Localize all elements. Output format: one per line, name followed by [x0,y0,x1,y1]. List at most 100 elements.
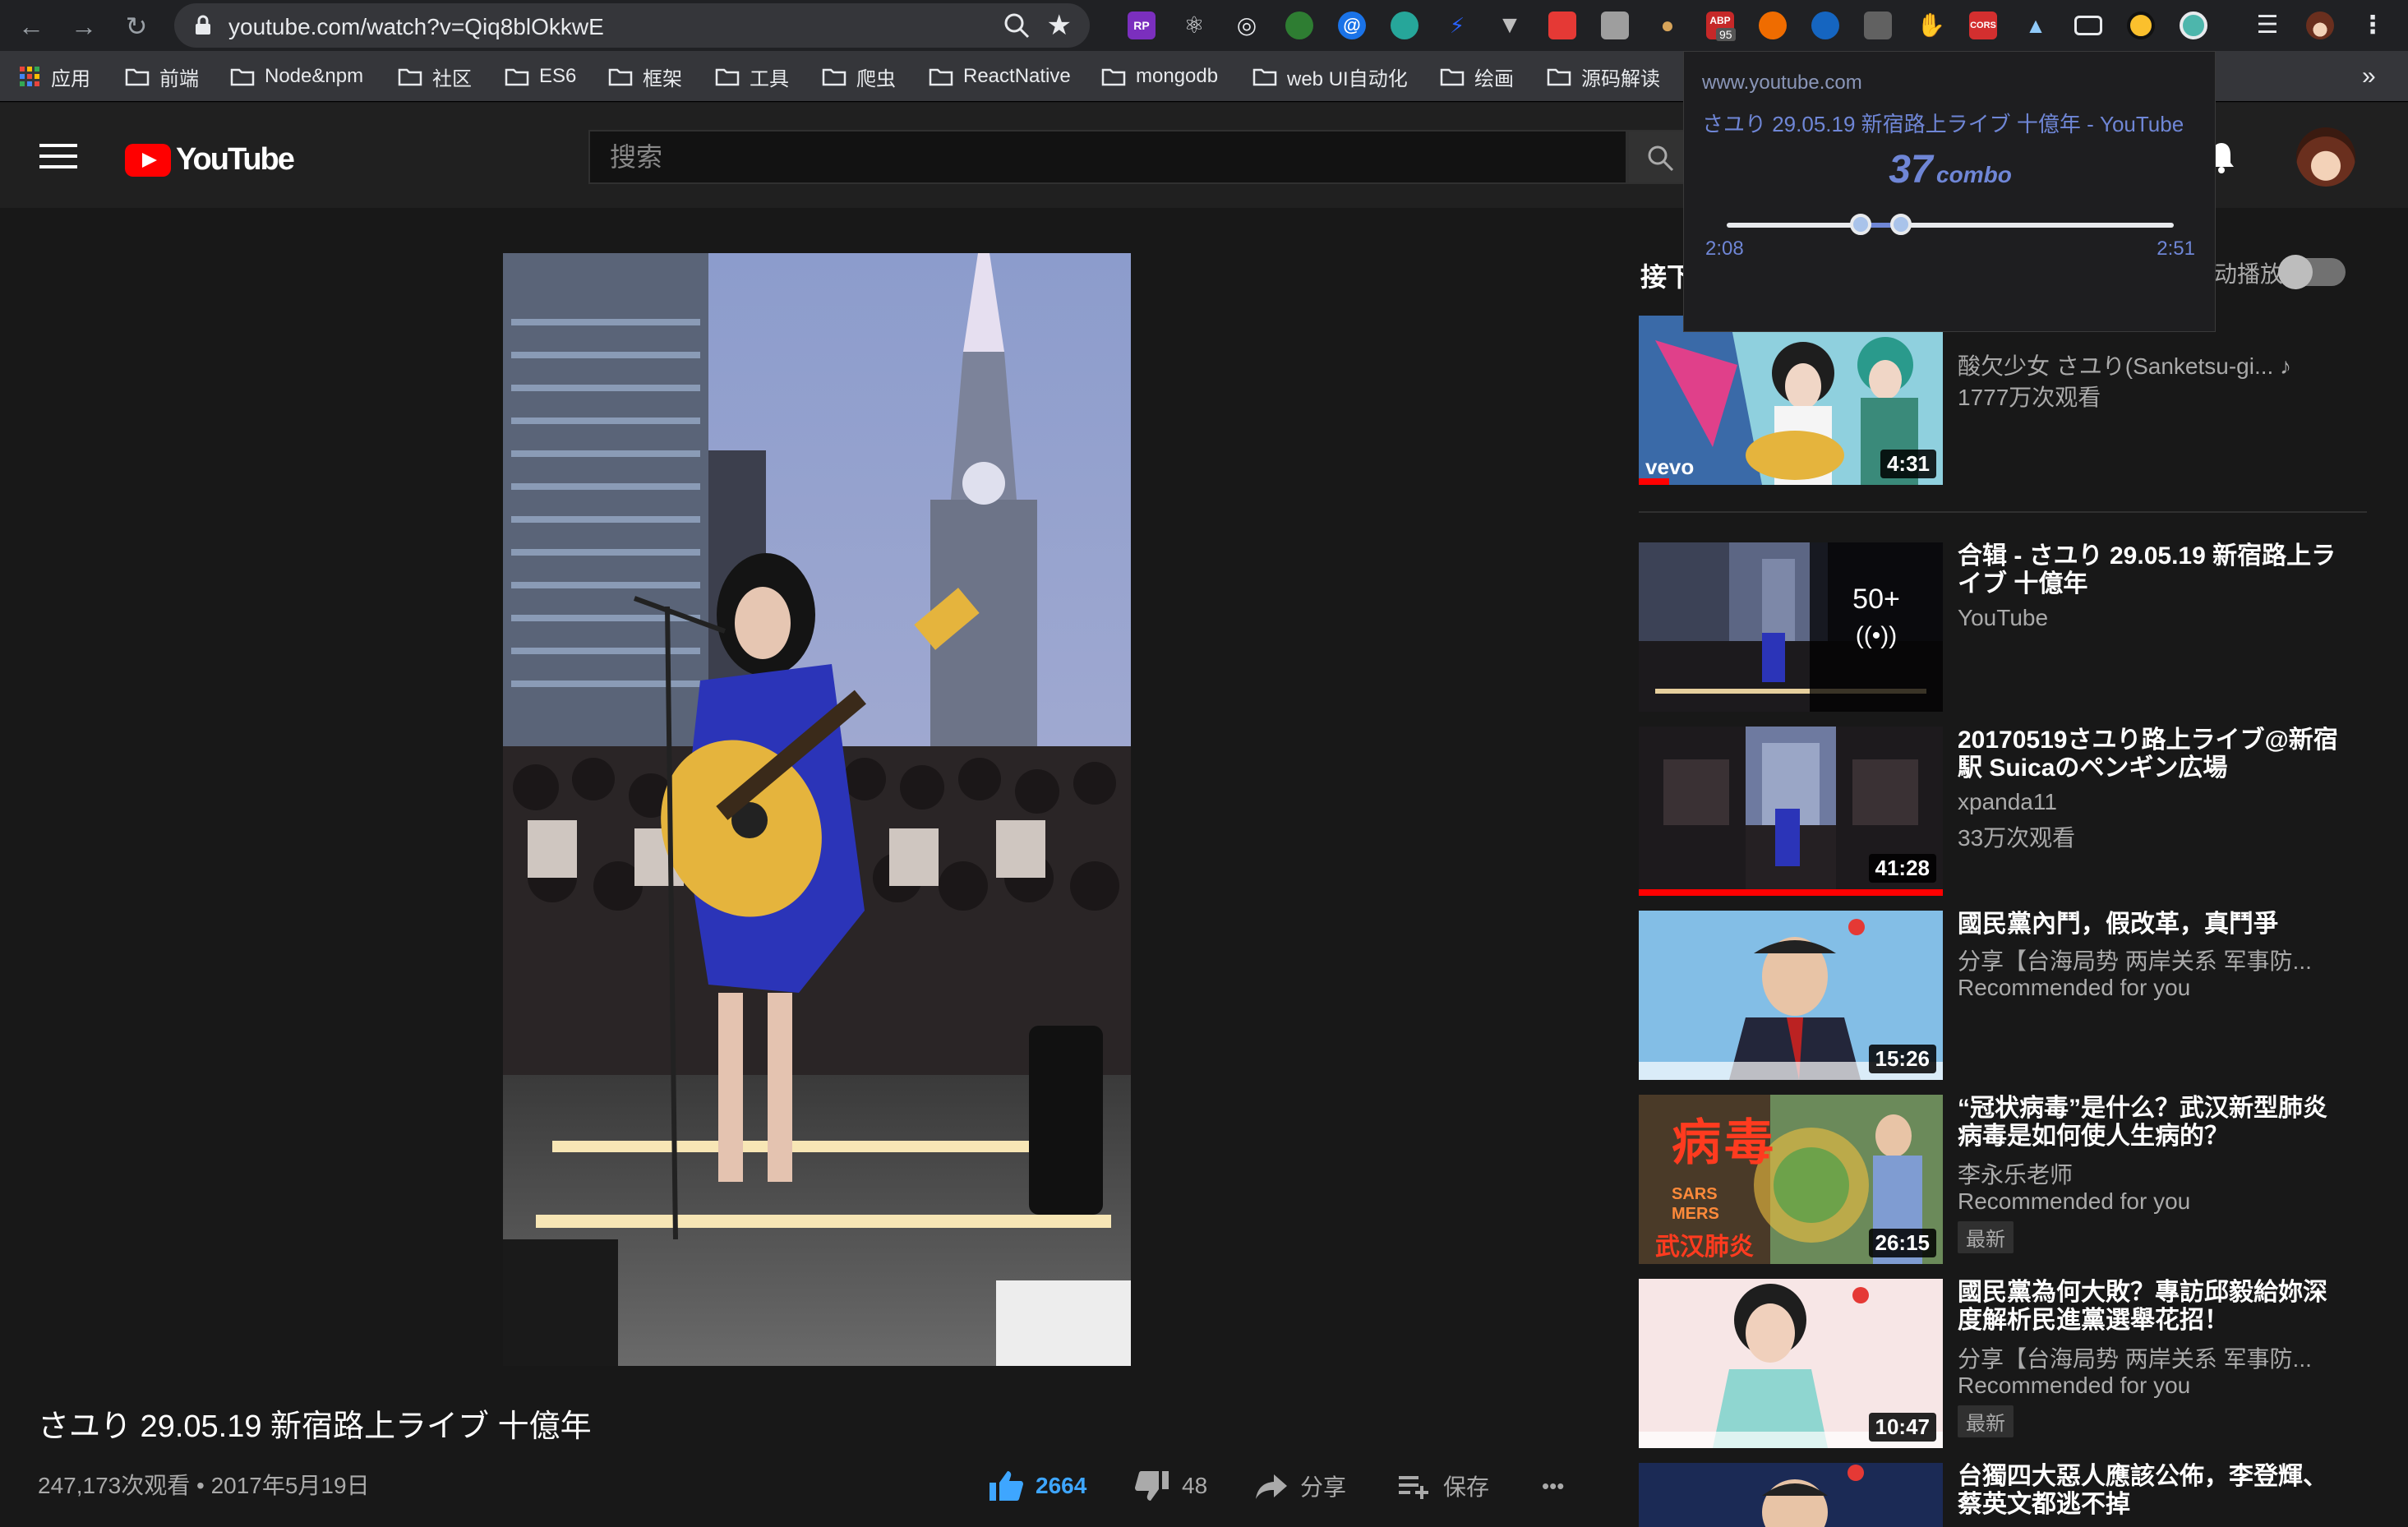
video-thumbnail[interactable]: 病毒 SARS MERS 武汉肺炎 26:15 [1639,1095,1943,1264]
vimium-extension-icon[interactable]: ▼ [1496,12,1524,39]
recommended-video[interactable]: 41:28 20170519さユり路上ライブ@新宿駅 Suicaのペンギン広場 … [1639,727,2370,896]
teal-extension-icon[interactable] [1391,12,1419,39]
bookmark-folder[interactable]: 工具 [715,62,789,90]
hamburger-menu-icon[interactable] [39,144,77,168]
save-button[interactable]: 保存 [1397,1468,1489,1504]
recommended-video[interactable]: 15:26 國民黨內鬥，假改革，真鬥爭 分享【台海局势 两岸关系 军事防... … [1639,911,2370,1080]
range-end-time: 2:51 [2157,238,2195,260]
range-end-handle[interactable] [1890,214,1912,235]
hand-extension-icon[interactable]: ✋ [1917,12,1945,39]
combo-extension-icon[interactable] [2180,12,2207,39]
video-thumbnail[interactable] [1639,1463,1943,1527]
new-badge: 最新 [1958,1405,2014,1437]
range-start-handle[interactable] [1850,214,1872,235]
address-bar[interactable]: youtube.com/watch?v=Qiq8blOkkwE ★ [174,3,1090,48]
account-avatar[interactable] [2296,127,2355,187]
bookmarks-overflow-button[interactable]: » [2362,62,2376,90]
bookmark-folder[interactable]: 框架 [608,62,682,90]
folder-icon [1547,68,1571,86]
bookmark-folder[interactable]: 社区 [398,62,472,90]
bookmark-folder[interactable]: 前端 [125,62,199,90]
video-title[interactable]: 台獨四大惡人應該公佈，李登輝、蔡英文都逃不掉 [1958,1463,2344,1519]
search-icon [1648,145,1674,172]
search-input[interactable] [590,131,1626,182]
react-devtools-icon[interactable]: ⚛ [1180,12,1208,39]
video-thumbnail[interactable]: vevo 4:31 [1639,316,1943,485]
cors-extension-icon[interactable]: CORS [1969,12,1997,39]
like-button[interactable]: 2664 [988,1468,1086,1504]
cookie-extension-icon[interactable]: ● [1654,12,1681,39]
folder-icon [822,68,846,86]
chrome-menu-icon[interactable]: ⋮ [2359,12,2387,39]
channel-name: 李永乐老师 [1958,1162,2074,1188]
autoplay-toggle[interactable] [2278,255,2346,289]
recommendation-reason: Recommended for you [1958,1372,2191,1398]
reload-button[interactable]: ↻ [118,8,155,44]
zoom-icon[interactable] [1003,12,1031,39]
grey-extension-icon[interactable] [1864,12,1892,39]
rp-extension-icon[interactable]: RP [1128,12,1156,39]
playlist-thumbnail[interactable]: 50+ ((•)) [1639,542,1943,712]
triangle-extension-icon[interactable]: ▲ [2022,12,2050,39]
window-extension-icon[interactable] [2074,16,2102,35]
video-thumbnail[interactable]: 41:28 [1639,727,1943,896]
channel-name: 分享【台海局势 两岸关系 军事防... [1958,948,2312,974]
video-title[interactable]: 合辑 - さユり 29.05.19 新宿路上ライブ 十億年 [1958,542,2344,598]
dislike-count: 48 [1182,1473,1208,1498]
video-thumbnail[interactable]: 15:26 [1639,911,1943,1080]
forward-button[interactable]: → [66,8,102,44]
channel-name: 酸欠少女 さユり(Sanketsu-gi... ♪ [1958,353,2292,379]
combo-extension-popup: www.youtube.com さユり 29.05.19 新宿路上ライブ 十億年… [1683,51,2216,332]
video-duration: 15:26 [1868,1045,1936,1073]
yellow-extension-icon[interactable] [2127,12,2155,39]
video-thumbnail[interactable]: 10:47 [1639,1279,1943,1448]
share-button[interactable]: 分享 [1254,1468,1346,1504]
bookmark-apps[interactable]: 应用 [18,62,90,90]
bookmark-folder[interactable]: 绘画 [1440,62,1514,90]
loop-range-slider[interactable] [1727,214,2174,235]
more-actions-button[interactable]: ••• [1542,1468,1564,1504]
thumbnail-caption: 武汉肺炎 [1655,1234,1754,1261]
dislike-button[interactable]: 48 [1134,1468,1207,1504]
qr-code-icon[interactable] [1601,12,1629,39]
playlist-count: 50+ [1852,584,1900,615]
video-player[interactable] [503,253,1131,1366]
bookmark-folder[interactable]: mongodb [1101,62,1218,90]
reading-list-icon[interactable]: ☰ [2253,12,2281,39]
bookmark-star-icon[interactable]: ★ [1047,10,1072,41]
recommended-video[interactable]: 病毒 SARS MERS 武汉肺炎 26:15 “冠状病毒”是什么？武汉新型肺炎… [1639,1095,2370,1264]
recommended-video[interactable]: vevo 4:31 酸欠少女 さユり(Sanketsu-gi... ♪ 1777… [1639,316,2370,485]
bolt-extension-icon[interactable]: ⚡ [1443,12,1471,39]
share-label: 分享 [1300,1474,1347,1500]
bookmark-label: 应用 [51,67,90,90]
video-title[interactable]: 國民黨內鬥，假改革，真鬥爭 [1958,911,2344,939]
profile-avatar-icon[interactable] [2306,12,2334,39]
recommended-video[interactable]: 台獨四大惡人應該公佈，李登輝、蔡英文都逃不掉 [1639,1463,2370,1527]
youtube-logo[interactable]: YouTube [125,142,295,178]
recommended-video[interactable]: 10:47 國民黨為何大敗？專訪邱毅給妳深度解析民進黨選舉花招！ 分享【台海局势… [1639,1279,2370,1448]
bookmark-folder[interactable]: ReactNative [929,62,1071,90]
at-extension-icon[interactable]: @ [1338,12,1366,39]
toggle-knob [2278,255,2313,289]
bookmark-folder[interactable]: 爬虫 [822,62,896,90]
video-title[interactable]: 20170519さユり路上ライブ@新宿駅 Suicaのペンギン広場 [1958,727,2344,782]
bookmark-folder[interactable]: Node&npm [230,62,363,90]
back-button[interactable]: ← [13,8,49,44]
orange-extension-icon[interactable] [1759,12,1787,39]
apps-grid-icon [20,67,39,86]
recommended-playlist[interactable]: 50+ ((•)) 合辑 - さユり 29.05.19 新宿路上ライブ 十億年 … [1639,542,2370,712]
screenshot-extension-icon[interactable] [1548,12,1576,39]
bookmark-folder[interactable]: web UI自动化 [1252,62,1408,90]
bookmark-folder[interactable]: ES6 [505,62,576,90]
search-box [588,130,1627,184]
video-title[interactable]: 國民黨為何大敗？專訪邱毅給妳深度解析民進黨選舉花招！ [1958,1279,2344,1335]
vue-extension-icon[interactable] [1285,12,1313,39]
playlist-overlay: 50+ ((•)) [1810,542,1943,712]
blue-extension-icon[interactable] [1811,12,1839,39]
watch-progress-bar [1639,478,1669,485]
video-duration: 26:15 [1868,1229,1936,1257]
target-extension-icon[interactable]: ◎ [1233,12,1261,39]
browser-toolbar: ← → ↻ youtube.com/watch?v=Qiq8blOkkwE ★ … [0,0,2408,51]
video-title[interactable]: “冠状病毒”是什么？武汉新型肺炎病毒是如何使人生病的？ [1958,1095,2344,1151]
bookmark-folder[interactable]: 源码解读 [1547,62,1660,90]
